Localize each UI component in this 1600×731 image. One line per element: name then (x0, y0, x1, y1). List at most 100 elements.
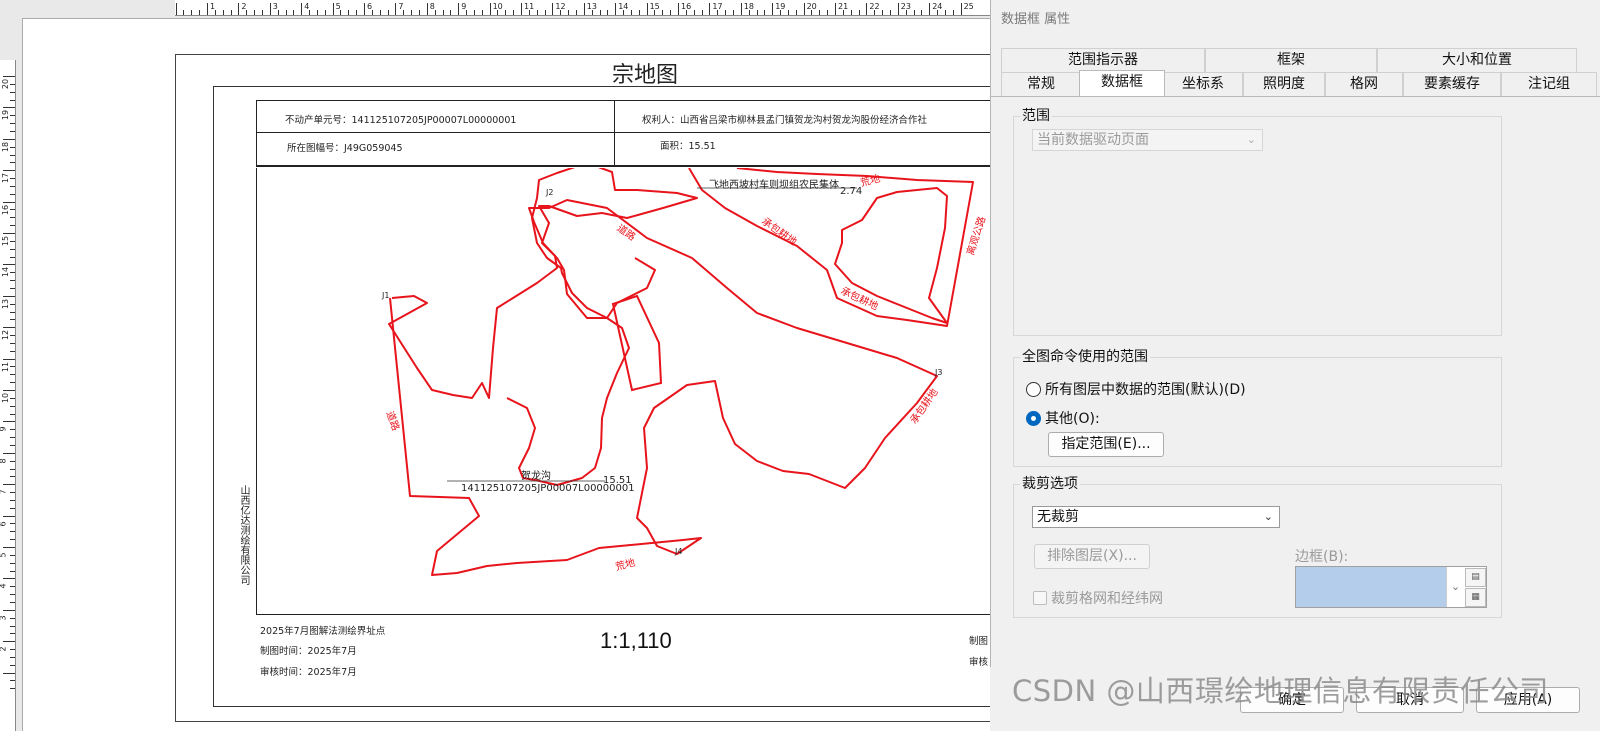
ruler-tick (10, 115, 15, 117)
ruler-tick (395, 3, 397, 15)
ruler-tick (638, 10, 640, 15)
tab-illumination[interactable]: 照明度 (1243, 72, 1325, 96)
ruler-tick (10, 539, 15, 541)
ruler-tick (3, 641, 15, 643)
ruler-number: 3 (0, 615, 8, 620)
survey-company-label: 山西亿达测绘有限公司 (238, 485, 249, 585)
ruler-tick (207, 3, 208, 15)
layout-view-canvas[interactable]: 1 2 3 4 5 6 7 8 9 10 11 12 13 14 15 16 17 18 19 20 21 22 23 24 2… (0, 0, 1010, 731)
ruler-number: 14 (618, 2, 629, 11)
tab-extent-indicators[interactable]: 范围指示器 (1001, 48, 1205, 72)
ruler-number: 8 (429, 2, 435, 11)
tab-general[interactable]: 常规 (1001, 72, 1081, 96)
ruler-tick (10, 311, 15, 313)
ruler-tick (725, 10, 727, 15)
ruler-tick (222, 10, 224, 15)
clip-mode-dropdown[interactable]: 无裁剪 ⌄ (1032, 506, 1280, 528)
specify-extent-button[interactable]: 指定范围(E)... (1048, 432, 1164, 457)
tab-grids[interactable]: 格网 (1325, 72, 1403, 96)
border-properties-icon[interactable]: ▤ (1465, 568, 1486, 587)
ruler-tick (10, 405, 15, 407)
ruler-number: 12 (555, 2, 566, 11)
ruler-tick (10, 240, 15, 242)
ruler-tick (3, 515, 15, 517)
ruler-tick (10, 649, 15, 651)
ruler-tick (10, 319, 15, 321)
ruler-number: 10 (1, 392, 11, 404)
tab-data-frame[interactable]: 数据框 (1079, 70, 1165, 96)
radio-other-label: 其他(O): (1045, 411, 1100, 427)
ruler-tick (678, 3, 679, 15)
tab-coordinate-system[interactable]: 坐标系 (1163, 72, 1243, 96)
parcel-boundary (389, 199, 938, 576)
ruler-tick (10, 601, 15, 603)
tab-feature-cache[interactable]: 要素缓存 (1403, 72, 1501, 96)
ruler-tick (10, 460, 15, 462)
ruler-tick (521, 3, 522, 15)
ruler-number: 18 (743, 2, 754, 11)
ruler-number: 19 (1, 110, 11, 121)
ruler-tick (952, 10, 954, 15)
ruler-tick (10, 350, 15, 352)
border-swatch[interactable] (1296, 567, 1446, 607)
ruler-tick (10, 429, 15, 431)
ruler-tick (3, 390, 15, 391)
tab-size-position[interactable]: 大小和位置 (1377, 48, 1577, 72)
radio-off-icon[interactable] (1026, 382, 1041, 397)
ruler-number: 17 (712, 2, 723, 11)
ruler-tick (10, 178, 15, 180)
strip-parcel-boundary (611, 294, 663, 392)
radio-all-layers[interactable]: 所有图层中数据的范围(默认)(D) (1026, 379, 1246, 399)
border-symbol-icon[interactable]: ▦ (1465, 588, 1486, 607)
ruler-tick (544, 10, 546, 15)
ruler-tick (285, 10, 287, 15)
ruler-tick (10, 209, 15, 211)
ruler-tick (458, 3, 460, 15)
ruler-tick (3, 201, 15, 203)
exclude-layers-button[interactable]: 排除图层(X)... (1034, 544, 1150, 569)
tab-annotation-groups[interactable]: 注记组 (1501, 72, 1597, 96)
scale-text[interactable]: 1:1,110 (600, 628, 672, 654)
ruler-tick (10, 499, 15, 501)
ruler-number: 13 (586, 2, 597, 11)
ruler-tick (960, 3, 962, 15)
radio-all-layers-label: 所有图层中数据的范围(默认)(D) (1045, 382, 1246, 398)
extent-mode-dropdown: 当前数据驱动页面 ⌄ (1032, 129, 1263, 151)
ruler-tick (387, 10, 389, 15)
ruler-number: 5 (335, 2, 341, 11)
map-title[interactable]: 宗地图 (560, 57, 730, 89)
clip-grids-checkbox[interactable]: 裁剪格网和经纬网 (1033, 588, 1163, 608)
survey-note: 2025年7月图解法测绘界址点 (260, 626, 386, 637)
ruler-tick (10, 531, 15, 533)
neighbor-owner-label: 飞地西坡村车则坝组农民集体 (709, 180, 839, 191)
ruler-number: 9 (0, 427, 8, 432)
checkbox-icon[interactable] (1033, 591, 1047, 605)
ruler-tick (3, 327, 15, 329)
tab-frame[interactable]: 框架 (1205, 48, 1377, 72)
radio-on-icon[interactable] (1026, 411, 1041, 426)
ruler-tick (3, 76, 15, 77)
ruler-tick (882, 10, 884, 15)
ruler-number: 20 (806, 2, 817, 11)
ruler-tick (615, 3, 617, 15)
ruler-tick (889, 10, 891, 15)
ruler-tick (332, 3, 334, 15)
ruler-number: 15 (649, 2, 660, 11)
ruler-number: 13 (1, 298, 11, 309)
ruler-tick (10, 437, 15, 439)
ruler-tick (364, 3, 365, 15)
ruler-tick (10, 492, 15, 494)
radio-other[interactable]: 其他(O): (1026, 408, 1100, 428)
ruler-tick (568, 10, 570, 15)
data-frame-map[interactable]: 飞地西坡村车则坝组农民集体 2.74 道路 道路 承包耕地 承包耕地 承包耕地 … (256, 168, 1010, 615)
ruler-number: 5 (0, 552, 8, 557)
ruler-number: 2 (241, 2, 247, 11)
border-selector[interactable]: ⌄ ▤ ▦ (1295, 566, 1487, 608)
chevron-down-icon[interactable]: ⌄ (1446, 567, 1464, 607)
ruler-tick (662, 10, 664, 15)
ruler-tick (10, 625, 15, 627)
ruler-number: 2 (0, 647, 8, 652)
extent-group-title: 范围 (1020, 105, 1052, 125)
full-extent-group-title: 全图命令使用的范围 (1020, 346, 1150, 366)
ruler-tick (803, 3, 805, 15)
